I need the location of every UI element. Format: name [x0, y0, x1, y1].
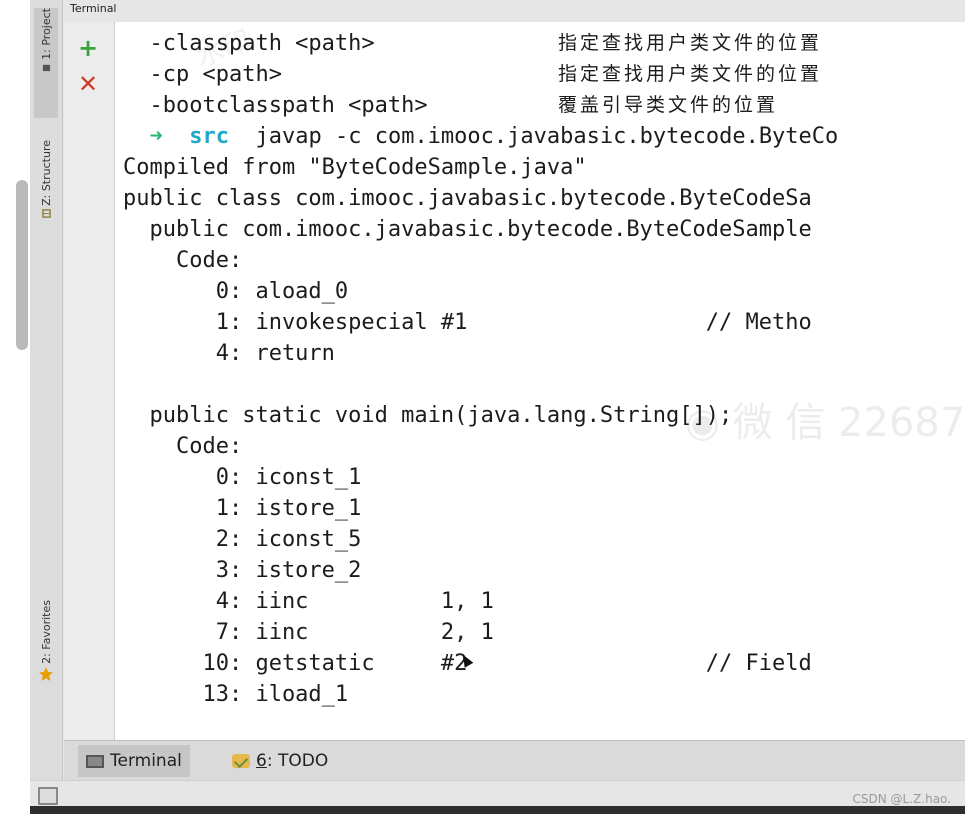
- sidebar-tab-structure-label: Z: Structure: [39, 140, 53, 206]
- terminal-output-line: 0: aload_0: [123, 279, 349, 304]
- terminal-output-line: 1: invokespecial #1 // Metho: [123, 310, 812, 335]
- terminal-output-line: 4: iinc 1, 1: [123, 589, 494, 614]
- tab-todo-label: : TODO: [266, 751, 329, 771]
- sidebar-tab-project[interactable]: 1: Project: [34, 8, 58, 118]
- close-session-x-icon[interactable]: ✕: [78, 72, 98, 96]
- outer-margin: [0, 0, 30, 814]
- tab-terminal[interactable]: Terminal: [78, 745, 190, 777]
- terminal-help-line: -cp <path> 指定查找用户类文件的位置: [123, 62, 823, 87]
- terminal-help-line: -classpath <path> 指定查找用户类文件的位置: [123, 31, 823, 56]
- terminal-toolbar: + ✕: [64, 22, 115, 740]
- terminal-output-line: public static void main(java.lang.String…: [123, 403, 733, 428]
- terminal-output-line: Compiled from "ByteCodeSample.java": [123, 155, 587, 180]
- toggle-tool-windows-icon[interactable]: [38, 787, 58, 805]
- terminal-output-line: 13: iload_1: [123, 682, 349, 707]
- sidebar-tab-project-label: 1: Project: [39, 8, 53, 60]
- terminal-output[interactable]: 水印 ◉ 微 信 226873 -classpath <path> 指定查找用户类…: [115, 22, 965, 740]
- terminal-icon: [86, 754, 104, 768]
- terminal-output-line: 2: iconst_5: [123, 527, 362, 552]
- terminal-output-line: 3: istore_2: [123, 558, 362, 583]
- scrollbar-thumb[interactable]: [16, 180, 28, 350]
- structure-icon: [41, 209, 51, 218]
- credit-watermark: CSDN @L.Z.hao.: [852, 792, 951, 806]
- terminal-output-line: 0: iconst_1: [123, 465, 362, 490]
- terminal-output-line: public com.imooc.javabasic.bytecode.Byte…: [123, 217, 812, 242]
- tab-todo[interactable]: 6 : TODO: [224, 745, 336, 777]
- terminal-output-line: Code:: [123, 434, 243, 459]
- prompt-directory: src: [189, 124, 229, 149]
- terminal-output-line: 1: istore_1: [123, 496, 362, 521]
- window-bottom-edge: [30, 806, 965, 814]
- star-icon: [39, 666, 53, 681]
- prompt-command: javap -c com.imooc.javabasic.bytecode.By…: [255, 124, 839, 149]
- tab-todo-mnemonic: 6: [256, 751, 267, 771]
- bottom-tool-window-bar: Terminal 6 : TODO: [64, 740, 965, 781]
- tab-terminal-label: Terminal: [110, 751, 182, 771]
- terminal-prompt-line: ➜ src javap -c com.imooc.javabasic.bytec…: [123, 121, 839, 152]
- sidebar-tab-structure[interactable]: Z: Structure: [34, 140, 58, 270]
- ide-window: 1: Project Z: Structure 2: Favorites Ter…: [30, 0, 965, 814]
- terminal-panel-title: Terminal: [70, 2, 117, 15]
- new-session-plus-icon[interactable]: +: [78, 36, 98, 60]
- terminal-output-line: public class com.imooc.javabasic.bytecod…: [123, 186, 812, 211]
- folder-icon: [42, 64, 50, 71]
- terminal-help-line: -bootclasspath <path> 覆盖引导类文件的位置: [123, 93, 779, 118]
- terminal-output-line: Code:: [123, 248, 243, 273]
- sidebar-tab-favorites[interactable]: 2: Favorites: [34, 600, 58, 730]
- prompt-arrow-icon: ➜: [149, 124, 163, 149]
- left-tool-strip: 1: Project Z: Structure 2: Favorites: [30, 0, 63, 780]
- terminal-output-line: 4: return: [123, 341, 335, 366]
- terminal-output-line: 7: iinc 2, 1: [123, 620, 494, 645]
- sidebar-tab-favorites-label: 2: Favorites: [39, 600, 53, 664]
- todo-icon: [232, 754, 250, 768]
